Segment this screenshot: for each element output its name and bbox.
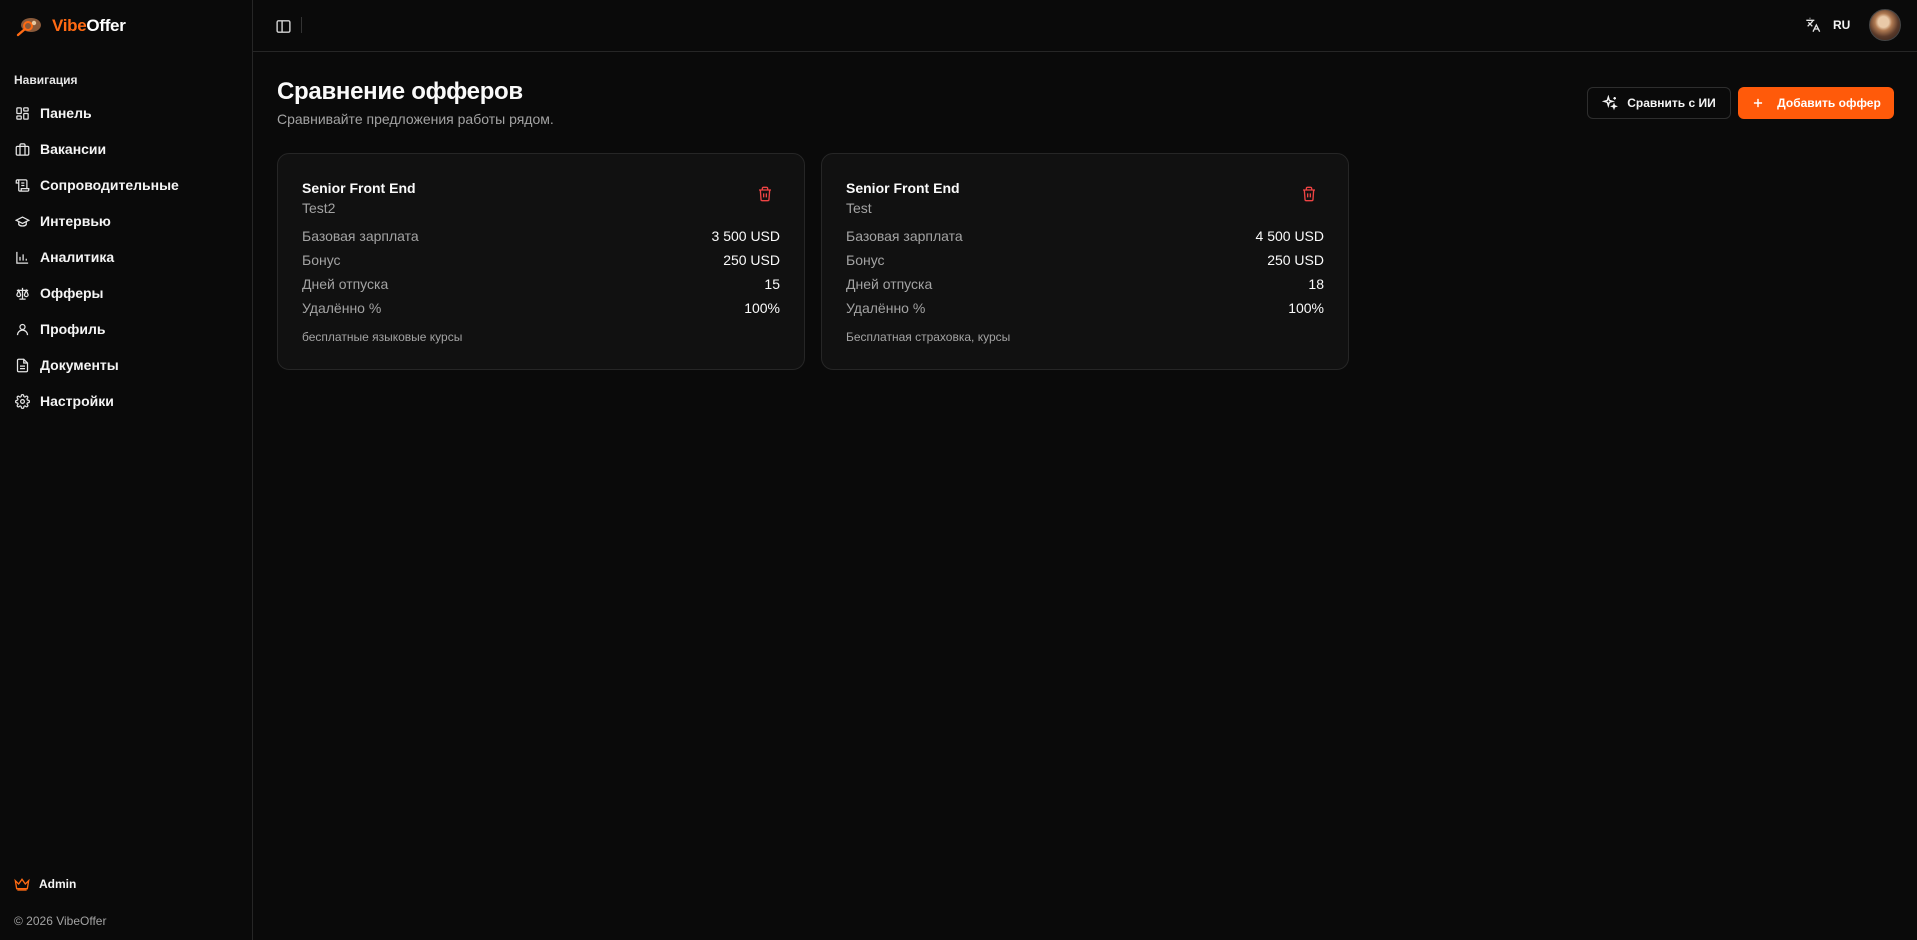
trash-icon[interactable]: [756, 185, 774, 203]
sidebar-item-label: Настройки: [40, 393, 114, 409]
offer-details: Базовая зарплата 3 500 USD Бонус 250 USD Д…: [302, 224, 780, 320]
sidebar-item-offers[interactable]: Офферы: [8, 275, 244, 311]
offer-row: Бонус 250 USD: [302, 248, 780, 272]
offer-row-label: Удалённо %: [846, 300, 926, 316]
offer-cards: Senior Front End Test2 Базовая зарплата 3…: [277, 153, 1349, 370]
offer-row: Удалённо % 100%: [846, 296, 1324, 320]
scale-icon: [14, 285, 30, 301]
briefcase-icon: [14, 141, 30, 157]
settings-icon: [14, 393, 30, 409]
add-offer-label: Добавить оффер: [1777, 96, 1881, 110]
page-title: Сравнение офферов: [277, 78, 523, 105]
offer-row: Дней отпуска 15: [302, 272, 780, 296]
logo-icon: [14, 14, 46, 38]
bar-chart-icon: [14, 249, 30, 265]
user-icon: [14, 321, 30, 337]
offer-notes: Бесплатная страховка, курсы: [846, 330, 1011, 344]
crown-icon: [14, 876, 30, 892]
sidebar-item-label: Документы: [40, 357, 119, 373]
sidebar-item-settings[interactable]: Настройки: [8, 383, 244, 419]
translate-icon[interactable]: [1803, 15, 1823, 35]
offer-row-value: 100%: [1288, 300, 1324, 316]
offer-row-label: Удалённо %: [302, 300, 382, 316]
sidebar-item-label: Профиль: [40, 321, 106, 337]
offer-row-value: 250 USD: [1267, 252, 1324, 268]
sidebar-item-interview[interactable]: Интервью: [8, 203, 244, 239]
offer-company: Test: [846, 200, 872, 216]
offer-row-label: Базовая зарплата: [302, 228, 419, 244]
add-offer-button[interactable]: Добавить оффер: [1738, 87, 1894, 119]
offer-row-label: Базовая зарплата: [846, 228, 963, 244]
main-content: RU Сравнение офферов Сравнивайте предлож…: [253, 0, 1917, 940]
logo[interactable]: VibeOffer: [0, 0, 252, 52]
offer-notes: бесплатные языковые курсы: [302, 330, 463, 344]
sidebar-item-analytics[interactable]: Аналитика: [8, 239, 244, 275]
sidebar-toggle-icon[interactable]: [271, 14, 295, 38]
offer-row-label: Дней отпуска: [302, 276, 389, 292]
offer-company: Test2: [302, 200, 336, 216]
compare-ai-button[interactable]: Сравнить с ИИ: [1587, 87, 1731, 119]
nav-heading: Навигация: [14, 73, 78, 87]
topbar-divider: [301, 17, 302, 33]
offer-row: Дней отпуска 18: [846, 272, 1324, 296]
topbar: RU: [253, 0, 1917, 52]
offer-title: Senior Front End: [846, 180, 960, 196]
offer-row-label: Бонус: [302, 252, 341, 268]
copyright: © 2026 VibeOffer: [14, 914, 107, 928]
compare-ai-label: Сравнить с ИИ: [1627, 96, 1716, 110]
sidebar-item-cover-letters[interactable]: Сопроводительные: [8, 167, 244, 203]
logo-text: VibeOffer: [52, 16, 126, 35]
page-subtitle: Сравнивайте предложения работы рядом.: [277, 111, 554, 127]
sidebar-item-label: Сопроводительные: [40, 177, 179, 193]
sparkles-icon: [1601, 94, 1619, 111]
offer-row-value: 18: [1308, 276, 1324, 292]
admin-link[interactable]: Admin: [14, 876, 76, 892]
sidebar-item-dashboard[interactable]: Панель: [8, 95, 244, 131]
sidebar-item-documents[interactable]: Документы: [8, 347, 244, 383]
offer-card: Senior Front End Test2 Базовая зарплата 3…: [277, 153, 805, 370]
offer-row-value: 4 500 USD: [1255, 228, 1324, 244]
sidebar-item-label: Офферы: [40, 285, 104, 301]
offer-row-value: 3 500 USD: [711, 228, 780, 244]
sidebar: VibeOffer Навигация Панель Вакансии Сопр…: [0, 0, 253, 940]
offer-row: Базовая зарплата 4 500 USD: [846, 224, 1324, 248]
document-icon: [14, 357, 30, 373]
offer-row-value: 15: [764, 276, 780, 292]
offer-row-label: Бонус: [846, 252, 885, 268]
offer-row-label: Дней отпуска: [846, 276, 933, 292]
sidebar-nav: Панель Вакансии Сопроводительные Интервь…: [0, 95, 252, 419]
offer-row-value: 250 USD: [723, 252, 780, 268]
offer-details: Базовая зарплата 4 500 USD Бонус 250 USD Д…: [846, 224, 1324, 320]
offer-card: Senior Front End Test Базовая зарплата 4 …: [821, 153, 1349, 370]
language-switcher[interactable]: RU: [1833, 18, 1850, 32]
offer-row-value: 100%: [744, 300, 780, 316]
graduation-cap-icon: [14, 213, 30, 229]
sidebar-item-profile[interactable]: Профиль: [8, 311, 244, 347]
offer-row: Удалённо % 100%: [302, 296, 780, 320]
offer-row: Базовая зарплата 3 500 USD: [302, 224, 780, 248]
sidebar-item-label: Аналитика: [40, 249, 115, 265]
plus-icon: [1751, 96, 1765, 110]
sidebar-item-vacancies[interactable]: Вакансии: [8, 131, 244, 167]
sidebar-item-label: Панель: [40, 105, 92, 121]
avatar[interactable]: [1869, 9, 1901, 41]
admin-label: Admin: [39, 877, 77, 891]
trash-icon[interactable]: [1300, 185, 1318, 203]
scroll-icon: [14, 177, 30, 193]
dashboard-icon: [14, 105, 30, 121]
offer-title: Senior Front End: [302, 180, 416, 196]
offer-row: Бонус 250 USD: [846, 248, 1324, 272]
sidebar-item-label: Интервью: [40, 213, 111, 229]
sidebar-item-label: Вакансии: [40, 141, 107, 157]
